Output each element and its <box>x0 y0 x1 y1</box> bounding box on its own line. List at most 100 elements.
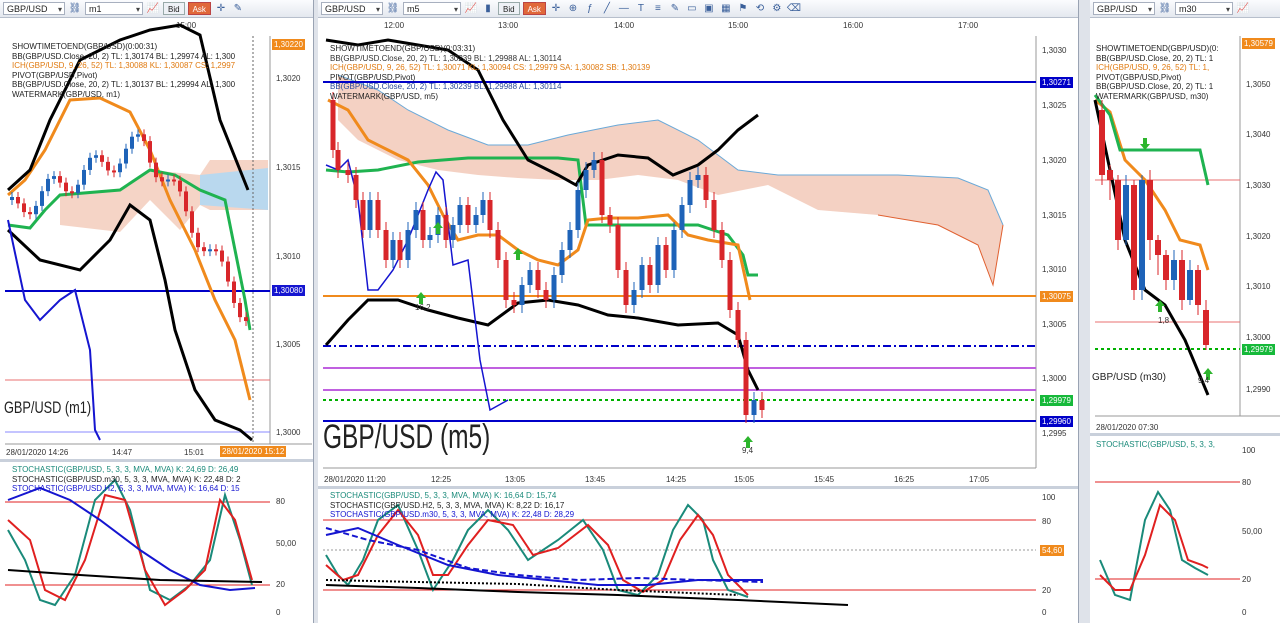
candle-body <box>70 191 74 194</box>
candle-body <box>503 260 509 300</box>
candle-body <box>567 230 573 250</box>
candle-body <box>655 245 661 285</box>
legend-line: WATERMARK(GBP/USD, m5) <box>330 91 439 101</box>
candle-body <box>238 302 242 318</box>
candle-body <box>551 275 557 300</box>
current-time-tag: 28/01/2020 15:12 <box>220 446 287 457</box>
time-axis-label: 13:45 <box>585 475 606 484</box>
price-axis-label: 1,3015 <box>276 163 301 172</box>
candle-body <box>335 150 341 170</box>
price-axis-label: 1,3025 <box>1042 101 1067 110</box>
price-axis-label: 1,3000 <box>1042 374 1067 383</box>
chart-watermark: GBP/USD (m5) <box>323 418 491 456</box>
candle-body <box>575 190 581 230</box>
time-axis-label: 15:45 <box>814 475 835 484</box>
price-axis-label: 1,3010 <box>1042 265 1067 274</box>
legend-line: STOCHASTIC(GBP/USD, 5, 3, 3, MVA, MVA) K… <box>12 465 239 474</box>
candle-body <box>695 175 701 180</box>
candle-body <box>100 155 104 162</box>
candle-body <box>615 225 621 270</box>
candle-body <box>703 175 709 200</box>
time-axis-label: 15:01 <box>184 448 205 457</box>
candle-body <box>457 205 463 225</box>
legend-line: BB(GBP/USD.Close, 20, 2) TL: 1 <box>1096 82 1214 91</box>
time-axis-label: 14:47 <box>112 448 133 457</box>
candle-body <box>160 177 164 182</box>
stoch-level-label: 50,00 <box>276 539 297 548</box>
candle-body <box>172 179 176 182</box>
legend-line: ICH(GBP/USD, 9, 26, 52) TL: 1,30088 KL: … <box>12 61 236 70</box>
chart-panel-m1[interactable]: GBP/USD ⛓ m1 📈 Bid Ask ✛ ✎ 15:00 SHOWTIM… <box>0 0 314 623</box>
candle-body <box>687 180 693 205</box>
stoch-k-m30 <box>1099 489 1209 602</box>
candle-body <box>397 240 403 260</box>
legend-line: SHOWTIMETOEND(GBP/USD)(0:00:31) <box>12 42 158 51</box>
price-axis-label: 1,3005 <box>276 340 301 349</box>
chart-panel-m30[interactable]: GBP/USD ⛓ m30 📈 SHOWTIMETOEND(GBP/USD)(0… <box>1090 0 1280 623</box>
candle-body <box>1107 170 1113 180</box>
candle-body <box>130 136 134 149</box>
chart-panel-m5[interactable]: GBP/USD ⛓ m5 📈 ▮ Bid Ask ✛ ⊕ ƒ ╱ ― T ≡ ✎… <box>318 0 1079 623</box>
price-tag-top: 1,30579 <box>1242 38 1275 49</box>
indicator-legend: SHOWTIMETOEND(GBP/USD)(0:03:31) BB(GBP/U… <box>330 44 650 101</box>
candle-body <box>591 160 597 170</box>
bollinger-lower <box>1093 99 1210 396</box>
pane-separator[interactable] <box>318 486 1078 489</box>
stoch-m30-signal <box>325 527 764 583</box>
candle-body <box>671 230 677 270</box>
candle-body <box>647 265 653 285</box>
legend-line: WATERMARK(GBP/USD, m1) <box>12 89 121 99</box>
candle-body <box>719 230 725 260</box>
price-axis-label: 1,2995 <box>1042 429 1067 438</box>
candle-body <box>52 176 56 179</box>
legend-line: SHOWTIMETOEND(GBP/USD)(0:03:31) <box>330 44 476 53</box>
signal-marker-label: 16,2 <box>415 303 431 312</box>
pane-separator[interactable] <box>0 459 313 462</box>
stochastic-legend: STOCHASTIC(GBP/USD, 5, 3, 3, MVA, MVA) K… <box>12 465 241 494</box>
stoch-level-label: 0 <box>1242 608 1247 617</box>
candle-body <box>214 249 218 252</box>
price-axis-label: 1,3030 <box>1246 181 1271 190</box>
candle-body <box>136 134 140 137</box>
candle-body <box>1155 240 1161 255</box>
legend-line: PIVOT(GBP/USD,Pivot) <box>12 70 98 80</box>
candle-body <box>112 170 116 173</box>
candle-body <box>142 134 146 142</box>
candle-body <box>751 400 757 415</box>
legend-line: STOCHASTIC(GBP/USD, 5, 3, 3, <box>1096 440 1215 449</box>
indicator-legend: SHOWTIMETOEND(GBP/USD)(0: BB(GBP/USD.Clo… <box>1096 44 1219 101</box>
candle-body <box>1203 310 1209 345</box>
price-tag-kijun: 1,30075 <box>1040 291 1073 302</box>
price-axis-bg <box>270 36 312 444</box>
stoch-level-label: 20 <box>1042 586 1051 595</box>
sell-signal-arrow <box>1140 138 1150 150</box>
buy-signal-arrow <box>433 222 443 234</box>
ichimoku-cloud-bull <box>200 168 268 210</box>
candle-body <box>16 197 20 204</box>
time-axis-label: 28/01/2020 11:20 <box>324 475 386 484</box>
candle-body <box>535 270 541 290</box>
candle-body <box>118 163 122 173</box>
legend-line: BB(GBP/USD.Close, 20, 2) TL: 1 <box>1096 53 1214 63</box>
candle-body <box>1115 180 1121 240</box>
price-tag-pivot: 1,30271 <box>1040 77 1073 88</box>
candle-body <box>220 250 224 262</box>
candle-body <box>480 200 486 215</box>
price-axis-label: 1,3010 <box>276 252 301 261</box>
time-axis-label: 14:25 <box>666 475 687 484</box>
pane-separator[interactable] <box>1090 433 1280 436</box>
indicator-legend: SHOWTIMETOEND(GBP/USD)(0:00:31) BB(GBP/U… <box>12 42 235 99</box>
candle-body <box>360 200 366 230</box>
candle-body <box>759 400 765 410</box>
candle-body <box>1179 260 1185 300</box>
time-axis-label: 17:05 <box>969 475 990 484</box>
legend-line: WATERMARK(GBP/USD, m30) <box>1096 91 1209 101</box>
candle-body <box>511 300 517 305</box>
price-axis-label: 1,3000 <box>1246 333 1271 342</box>
price-axis-label: 1,3030 <box>1042 46 1067 55</box>
stoch-level-label: 80 <box>276 497 285 506</box>
candle-body <box>527 270 533 285</box>
legend-line: STOCHASTIC(GBP/USD.H2, 5, 3, 3, MVA, MVA… <box>330 500 565 510</box>
legend-line: PIVOT(GBP/USD,Pivot) <box>1096 72 1182 82</box>
legend-line: STOCHASTIC(GBP/USD.H2, 5, 3, 3, MVA, MVA… <box>12 484 240 493</box>
